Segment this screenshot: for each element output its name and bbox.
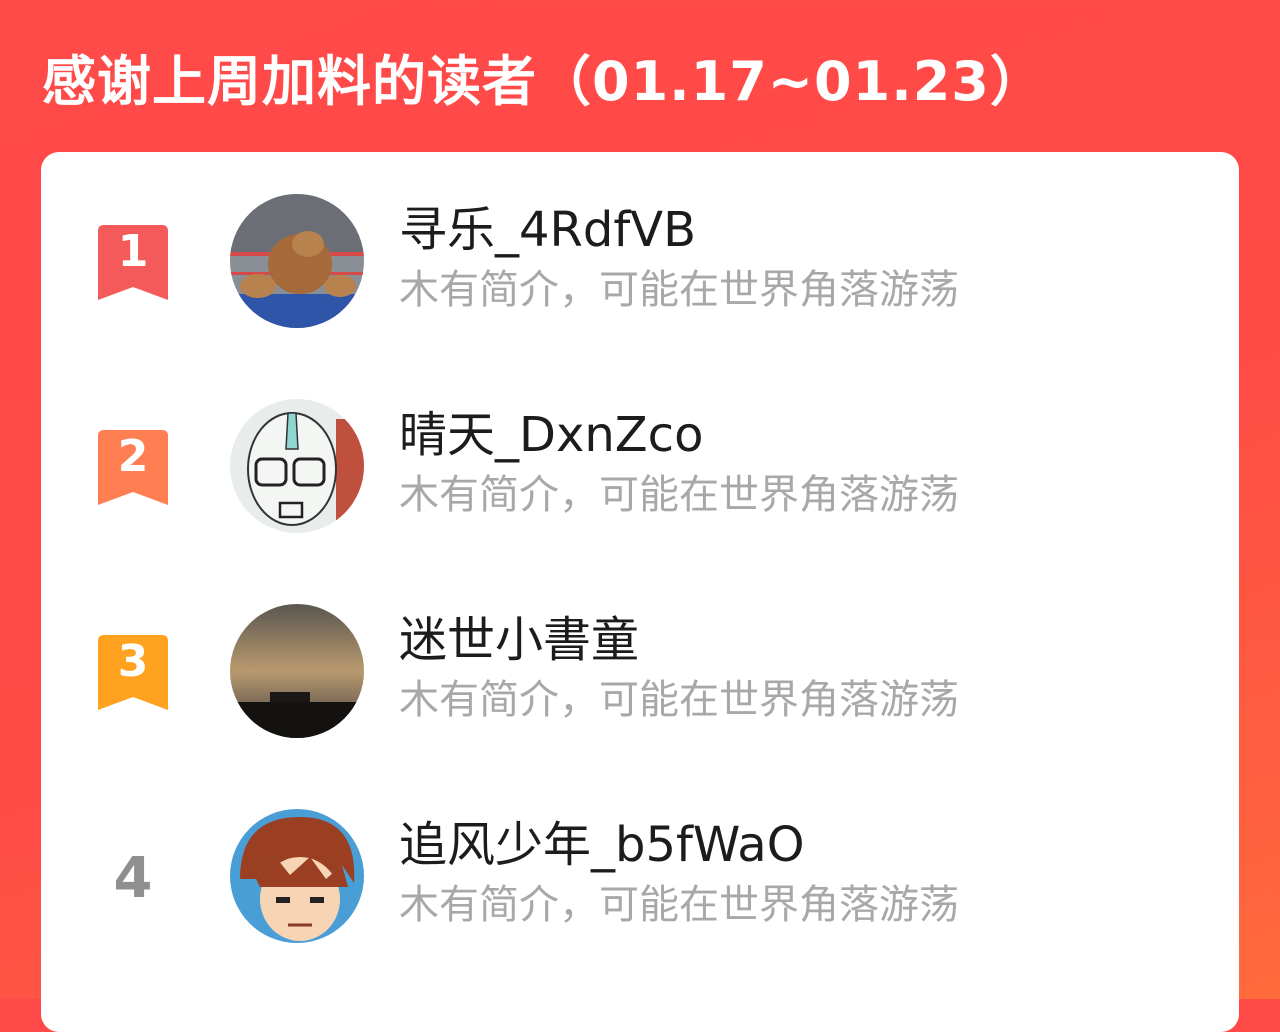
rank-number: 2 xyxy=(117,431,149,482)
avatar-image xyxy=(230,809,364,943)
reader-name[interactable]: 迷世小書童 xyxy=(399,610,639,670)
reader-row[interactable]: 1 寻乐_4RdfVB 木有简介，可能在世界角落游荡 xyxy=(41,192,1239,332)
avatar-image xyxy=(230,194,364,328)
reader-row[interactable]: 2 晴天_DxnZco 木有简介，可能在世界角落游荡 xyxy=(41,397,1239,537)
rank-number: 3 xyxy=(117,636,149,687)
reader-name[interactable]: 寻乐_4RdfVB xyxy=(399,200,696,260)
reader-bio: 木有简介，可能在世界角落游荡 xyxy=(399,472,959,518)
avatar[interactable] xyxy=(230,809,364,943)
reader-name[interactable]: 追风少年_b5fWaO xyxy=(399,815,805,875)
page-title: 感谢上周加料的读者（01.17~01.23） xyxy=(42,50,1045,113)
reader-name[interactable]: 晴天_DxnZco xyxy=(399,405,703,465)
rank-ribbon-badge: 3 xyxy=(98,635,168,710)
reader-row[interactable]: 4 追风少年_b5fWaO 木有简介，可能在世界角落游荡 xyxy=(41,807,1239,947)
reader-bio: 木有简介，可能在世界角落游荡 xyxy=(399,267,959,313)
reader-list-card: 1 寻乐_4RdfVB 木有简介，可能在世界角落游荡 2 晴天_DxnZco 木… xyxy=(41,152,1239,1032)
avatar-image xyxy=(230,604,364,738)
rank-ribbon-badge: 1 xyxy=(98,225,168,300)
reader-row[interactable]: 3 迷世小書童 木有简介，可能在世界角落游荡 xyxy=(41,602,1239,742)
avatar[interactable] xyxy=(230,194,364,328)
avatar[interactable] xyxy=(230,604,364,738)
rank-number: 1 xyxy=(117,226,149,277)
reader-bio: 木有简介，可能在世界角落游荡 xyxy=(399,677,959,723)
rank-ribbon-badge: 2 xyxy=(98,430,168,505)
reader-bio: 木有简介，可能在世界角落游荡 xyxy=(399,882,959,928)
avatar-image xyxy=(230,399,364,533)
rank-number: 4 xyxy=(113,846,153,911)
avatar[interactable] xyxy=(230,399,364,533)
